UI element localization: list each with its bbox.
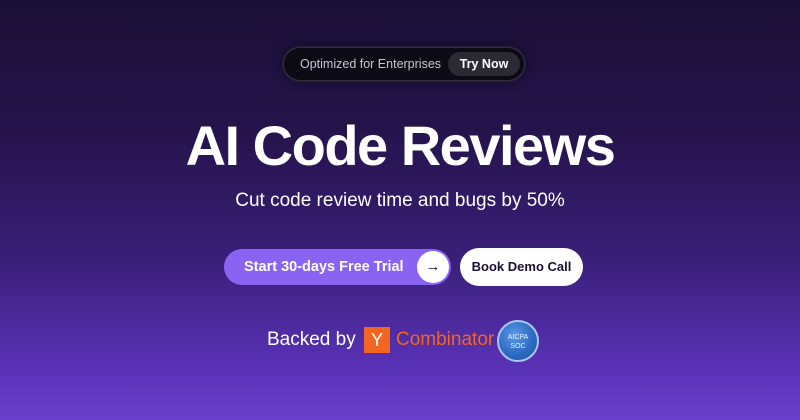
badge-line-aicpa: AICPA — [507, 334, 529, 341]
try-now-button[interactable]: Try Now — [448, 52, 520, 76]
banner-text: Optimized for Enterprises — [300, 57, 442, 71]
y-combinator-name: Combinator — [396, 329, 495, 350]
y-combinator-logo-icon: Y — [364, 327, 390, 353]
badge-line-soc: SOC — [510, 343, 526, 350]
page-subtitle: Cut code review time and bugs by 50% — [235, 190, 565, 211]
page-title: AI Code Reviews — [185, 114, 616, 177]
aicpa-soc-badge-icon: AICPA SOC — [497, 320, 539, 362]
arrow-right-icon: → — [417, 251, 449, 283]
enterprise-banner: Optimized for Enterprises Try Now — [283, 47, 525, 81]
start-trial-label: Start 30-days Free Trial — [244, 259, 404, 275]
start-trial-button[interactable]: Start 30-days Free Trial → — [224, 249, 451, 285]
backed-by-label: Backed by — [267, 329, 356, 350]
book-demo-button[interactable]: Book Demo Call — [460, 248, 583, 286]
